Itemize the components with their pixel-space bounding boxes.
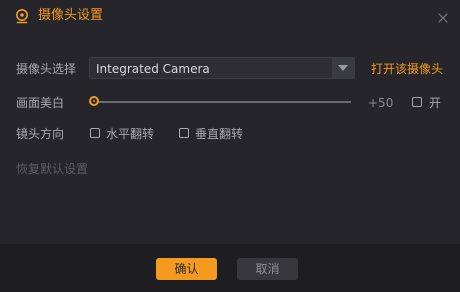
dialog-title: 摄像头设置 [38, 8, 104, 23]
beauty-slider-value: +50 [368, 96, 394, 110]
chevron-down-icon [338, 65, 348, 71]
dialog-footer: 确认 取消 [0, 244, 460, 292]
reset-defaults-link[interactable]: 恢复默认设置 [16, 161, 88, 177]
webcam-icon [16, 9, 28, 24]
camera-select-value: Integrated Camera [96, 62, 210, 76]
open-camera-link[interactable]: 打开该摄像头 [371, 61, 443, 77]
horizontal-flip-checkbox[interactable] [90, 128, 100, 138]
vertical-flip-label[interactable]: 垂直翻转 [195, 126, 243, 142]
beauty-slider-thumb[interactable] [89, 96, 99, 106]
horizontal-flip-label[interactable]: 水平翻转 [106, 126, 154, 142]
beauty-slider-track[interactable] [96, 101, 351, 103]
camera-select-label: 摄像头选择 [16, 62, 77, 76]
title-bar: 摄像头设置 [0, 0, 460, 34]
close-icon[interactable] [436, 11, 450, 25]
camera-settings-dialog: 摄像头设置 摄像头选择 Integrated Camera 打开该摄像头 画面美… [0, 0, 460, 292]
mirror-label: 镜头方向 [16, 127, 65, 141]
vertical-flip-checkbox[interactable] [179, 128, 189, 138]
confirm-button[interactable]: 确认 [156, 258, 217, 280]
beauty-toggle-label[interactable]: 开 [429, 95, 441, 111]
cancel-button[interactable]: 取消 [237, 258, 298, 280]
camera-select-dropdown-button[interactable] [332, 58, 354, 78]
beauty-toggle-checkbox[interactable] [412, 97, 422, 107]
beauty-label: 画面美白 [16, 96, 65, 110]
camera-select[interactable]: Integrated Camera [89, 57, 355, 79]
